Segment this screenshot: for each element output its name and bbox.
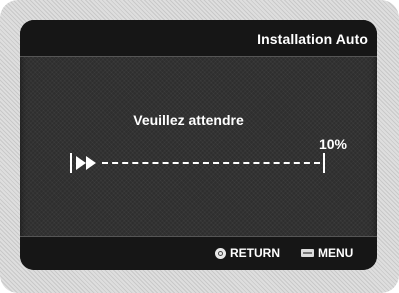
return-label: RETURN bbox=[230, 246, 280, 260]
progress-bar bbox=[70, 152, 330, 174]
fast-forward-icon bbox=[76, 156, 98, 170]
progress-percent: 10% bbox=[318, 136, 347, 152]
menu-button[interactable]: MENU bbox=[301, 246, 353, 260]
progress-end-tick bbox=[323, 153, 325, 173]
wait-message: Veuillez attendre bbox=[133, 112, 244, 128]
menu-label: MENU bbox=[318, 246, 354, 260]
page-title: Installation Auto bbox=[257, 31, 368, 47]
progress-track bbox=[102, 162, 320, 164]
return-button[interactable]: RETURN bbox=[215, 246, 280, 260]
bottom-bar: RETURN MENU bbox=[20, 236, 377, 270]
title-bar: Installation Auto bbox=[20, 20, 377, 57]
progress-start-tick bbox=[70, 153, 72, 173]
menu-icon bbox=[301, 249, 314, 257]
osd-screen: Installation Auto Veuillez attendre 10% … bbox=[20, 20, 377, 270]
return-icon bbox=[215, 247, 226, 259]
